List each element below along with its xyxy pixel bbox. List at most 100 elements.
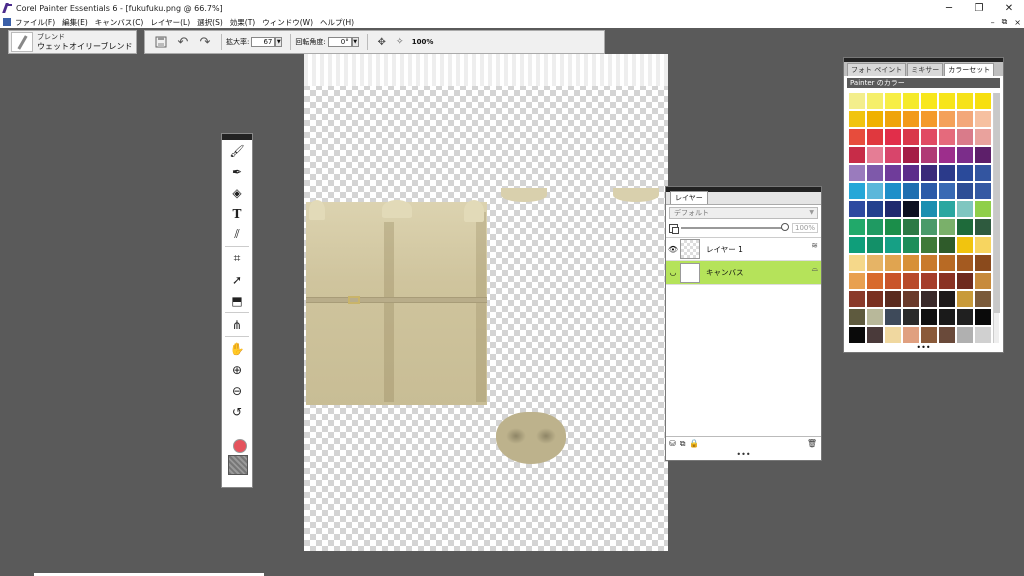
maximize-button[interactable]: ❐ bbox=[964, 0, 994, 16]
text-icon[interactable]: T bbox=[222, 203, 252, 224]
color-swatch[interactable] bbox=[903, 93, 919, 109]
color-swatch[interactable] bbox=[885, 129, 901, 145]
rotate-icon[interactable]: ↺ bbox=[222, 401, 252, 422]
color-swatch[interactable] bbox=[849, 291, 865, 307]
color-swatch[interactable] bbox=[849, 201, 865, 217]
layer-row-1[interactable]: 👁 レイヤー 1 ≋ bbox=[666, 237, 821, 261]
layer-commands-icon[interactable]: ⛁ bbox=[669, 439, 676, 448]
paint-bucket-icon[interactable]: ◈ bbox=[222, 182, 252, 203]
doc-restore-button[interactable]: ⧉ bbox=[1002, 17, 1008, 27]
color-swatch[interactable] bbox=[885, 93, 901, 109]
color-swatch[interactable] bbox=[867, 309, 883, 325]
color-swatch[interactable] bbox=[885, 309, 901, 325]
color-swatch[interactable] bbox=[975, 165, 991, 181]
color-swatch[interactable] bbox=[939, 237, 955, 253]
color-swatch[interactable] bbox=[975, 183, 991, 199]
color-swatch[interactable] bbox=[957, 255, 973, 271]
scrollbar-thumb[interactable] bbox=[994, 93, 1000, 313]
new-layer-icon[interactable]: ⧉ bbox=[680, 439, 686, 449]
color-swatch[interactable] bbox=[867, 111, 883, 127]
color-swatch[interactable] bbox=[975, 201, 991, 217]
color-swatch[interactable] bbox=[957, 183, 973, 199]
color-swatch[interactable] bbox=[939, 201, 955, 217]
tab-color-set[interactable]: カラーセット bbox=[944, 63, 995, 76]
menu-layers[interactable]: レイヤー(L) bbox=[150, 17, 190, 28]
shape-icon[interactable]: ⬒ bbox=[222, 290, 252, 311]
color-swatch[interactable] bbox=[885, 147, 901, 163]
crop-icon[interactable]: ⌗ bbox=[222, 248, 252, 269]
color-swatch[interactable] bbox=[849, 255, 865, 271]
tab-photo-paint[interactable]: フォト ペイント bbox=[847, 63, 907, 76]
save-icon[interactable] bbox=[151, 33, 171, 51]
paper-texture-swatch[interactable] bbox=[228, 455, 248, 475]
color-swatch[interactable] bbox=[867, 183, 883, 199]
grabber-icon[interactable]: ✋ bbox=[222, 338, 252, 359]
doc-close-button[interactable]: × bbox=[1014, 18, 1021, 27]
color-swatch[interactable] bbox=[975, 219, 991, 235]
color-swatch[interactable] bbox=[849, 111, 865, 127]
color-swatch[interactable] bbox=[957, 219, 973, 235]
color-swatch[interactable] bbox=[903, 201, 919, 217]
color-swatch[interactable] bbox=[975, 93, 991, 109]
opacity-value[interactable]: 100% bbox=[792, 223, 818, 233]
color-swatch[interactable] bbox=[957, 165, 973, 181]
color-swatch[interactable] bbox=[885, 255, 901, 271]
color-swatch[interactable] bbox=[921, 183, 937, 199]
color-swatch[interactable] bbox=[867, 291, 883, 307]
minimize-button[interactable]: ─ bbox=[934, 0, 964, 16]
color-swatch[interactable] bbox=[885, 327, 901, 343]
color-swatch[interactable] bbox=[885, 111, 901, 127]
color-swatch[interactable] bbox=[903, 255, 919, 271]
tab-mixer[interactable]: ミキサー bbox=[907, 63, 944, 76]
color-swatch[interactable] bbox=[849, 165, 865, 181]
color-swatch[interactable] bbox=[957, 309, 973, 325]
document-canvas[interactable] bbox=[304, 54, 668, 551]
color-swatch[interactable] bbox=[939, 183, 955, 199]
color-swatch[interactable] bbox=[849, 183, 865, 199]
menu-file[interactable]: ファイル(F) bbox=[15, 17, 55, 28]
color-swatch[interactable] bbox=[921, 219, 937, 235]
color-swatch[interactable] bbox=[885, 237, 901, 253]
blend-mode-select[interactable]: デフォルト ▼ bbox=[669, 207, 818, 219]
color-swatch[interactable] bbox=[975, 111, 991, 127]
opacity-slider[interactable] bbox=[681, 223, 789, 231]
color-swatch[interactable] bbox=[975, 273, 991, 289]
color-swatch[interactable] bbox=[867, 93, 883, 109]
color-swatch[interactable] bbox=[975, 309, 991, 325]
color-swatch[interactable] bbox=[939, 273, 955, 289]
color-swatch[interactable] bbox=[975, 129, 991, 145]
color-swatch[interactable] bbox=[975, 291, 991, 307]
color-swatch[interactable] bbox=[921, 93, 937, 109]
color-swatch[interactable] bbox=[957, 111, 973, 127]
color-swatch[interactable] bbox=[903, 219, 919, 235]
actual-size-icon[interactable]: ✧ bbox=[394, 33, 406, 51]
color-swatch[interactable] bbox=[867, 273, 883, 289]
blender-icon[interactable]: ⫽ bbox=[222, 224, 252, 245]
color-swatch[interactable] bbox=[903, 309, 919, 325]
menu-effects[interactable]: 効果(T) bbox=[230, 17, 255, 28]
color-swatch[interactable] bbox=[849, 327, 865, 343]
color-swatch[interactable] bbox=[939, 147, 955, 163]
close-button[interactable]: ✕ bbox=[994, 0, 1024, 16]
color-swatch[interactable] bbox=[849, 309, 865, 325]
color-swatch[interactable] bbox=[903, 273, 919, 289]
menu-select[interactable]: 選択(S) bbox=[197, 17, 223, 28]
color-swatch[interactable] bbox=[867, 327, 883, 343]
color-swatch[interactable] bbox=[921, 309, 937, 325]
undo-icon[interactable]: ↶ bbox=[173, 33, 193, 51]
more-icon[interactable]: ••• bbox=[666, 451, 821, 459]
opacity-slider-knob[interactable] bbox=[781, 223, 789, 231]
transform-icon[interactable]: ➚ bbox=[222, 269, 252, 290]
color-swatch[interactable] bbox=[849, 93, 865, 109]
color-swatch[interactable] bbox=[867, 219, 883, 235]
color-swatch[interactable] bbox=[903, 237, 919, 253]
doc-minimize-button[interactable]: – bbox=[991, 18, 995, 27]
document-icon[interactable] bbox=[3, 18, 11, 26]
color-swatch[interactable] bbox=[885, 273, 901, 289]
color-swatch[interactable] bbox=[957, 93, 973, 109]
color-swatch[interactable] bbox=[975, 255, 991, 271]
color-swatch[interactable] bbox=[867, 237, 883, 253]
menu-edit[interactable]: 編集(E) bbox=[62, 17, 88, 28]
color-swatch[interactable] bbox=[885, 201, 901, 217]
color-swatch[interactable] bbox=[939, 93, 955, 109]
